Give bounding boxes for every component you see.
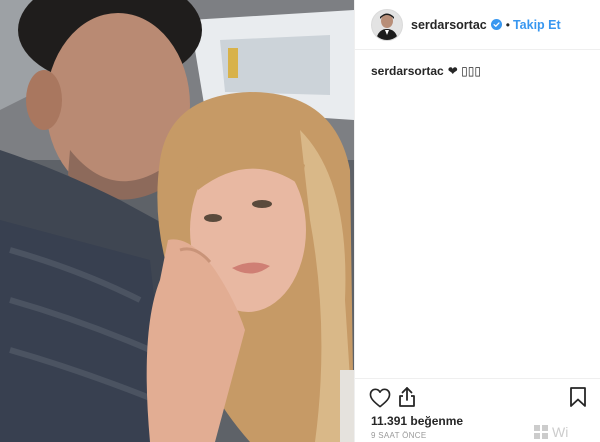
instagram-post: serdarsortac • Takip Et serdarsortac ❤ ▯▯… [0, 0, 600, 442]
actions-divider [355, 378, 600, 379]
bookmark-icon [570, 387, 586, 407]
save-button[interactable] [569, 386, 587, 413]
caption-text: ❤ ▯▯▯ [447, 64, 481, 78]
post-header: serdarsortac • Takip Et [355, 0, 600, 50]
like-button[interactable] [369, 388, 391, 413]
windows-logo-icon [534, 425, 548, 439]
share-icon [399, 387, 415, 407]
post-sidebar: serdarsortac • Takip Et serdarsortac ❤ ▯▯… [354, 0, 600, 442]
avatar[interactable] [371, 8, 403, 41]
header-separator: • [505, 17, 510, 32]
username-link[interactable]: serdarsortac [411, 18, 487, 32]
caption-username[interactable]: serdarsortac [371, 64, 444, 78]
windows-activation-watermark: Wi [534, 422, 600, 442]
post-photo-image [0, 0, 354, 442]
share-button[interactable] [397, 386, 417, 413]
heart-icon [369, 388, 391, 408]
verified-badge-icon [490, 19, 502, 30]
post-photo[interactable] [0, 0, 354, 442]
watermark-text: Wi [552, 424, 569, 440]
post-timestamp: 9 SAAT ÖNCE [371, 431, 427, 440]
post-caption: serdarsortac ❤ ▯▯▯ [371, 64, 481, 78]
follow-button[interactable]: Takip Et [513, 18, 561, 32]
avatar-image [372, 9, 402, 40]
likes-count[interactable]: 11.391 beğenme [371, 414, 463, 428]
